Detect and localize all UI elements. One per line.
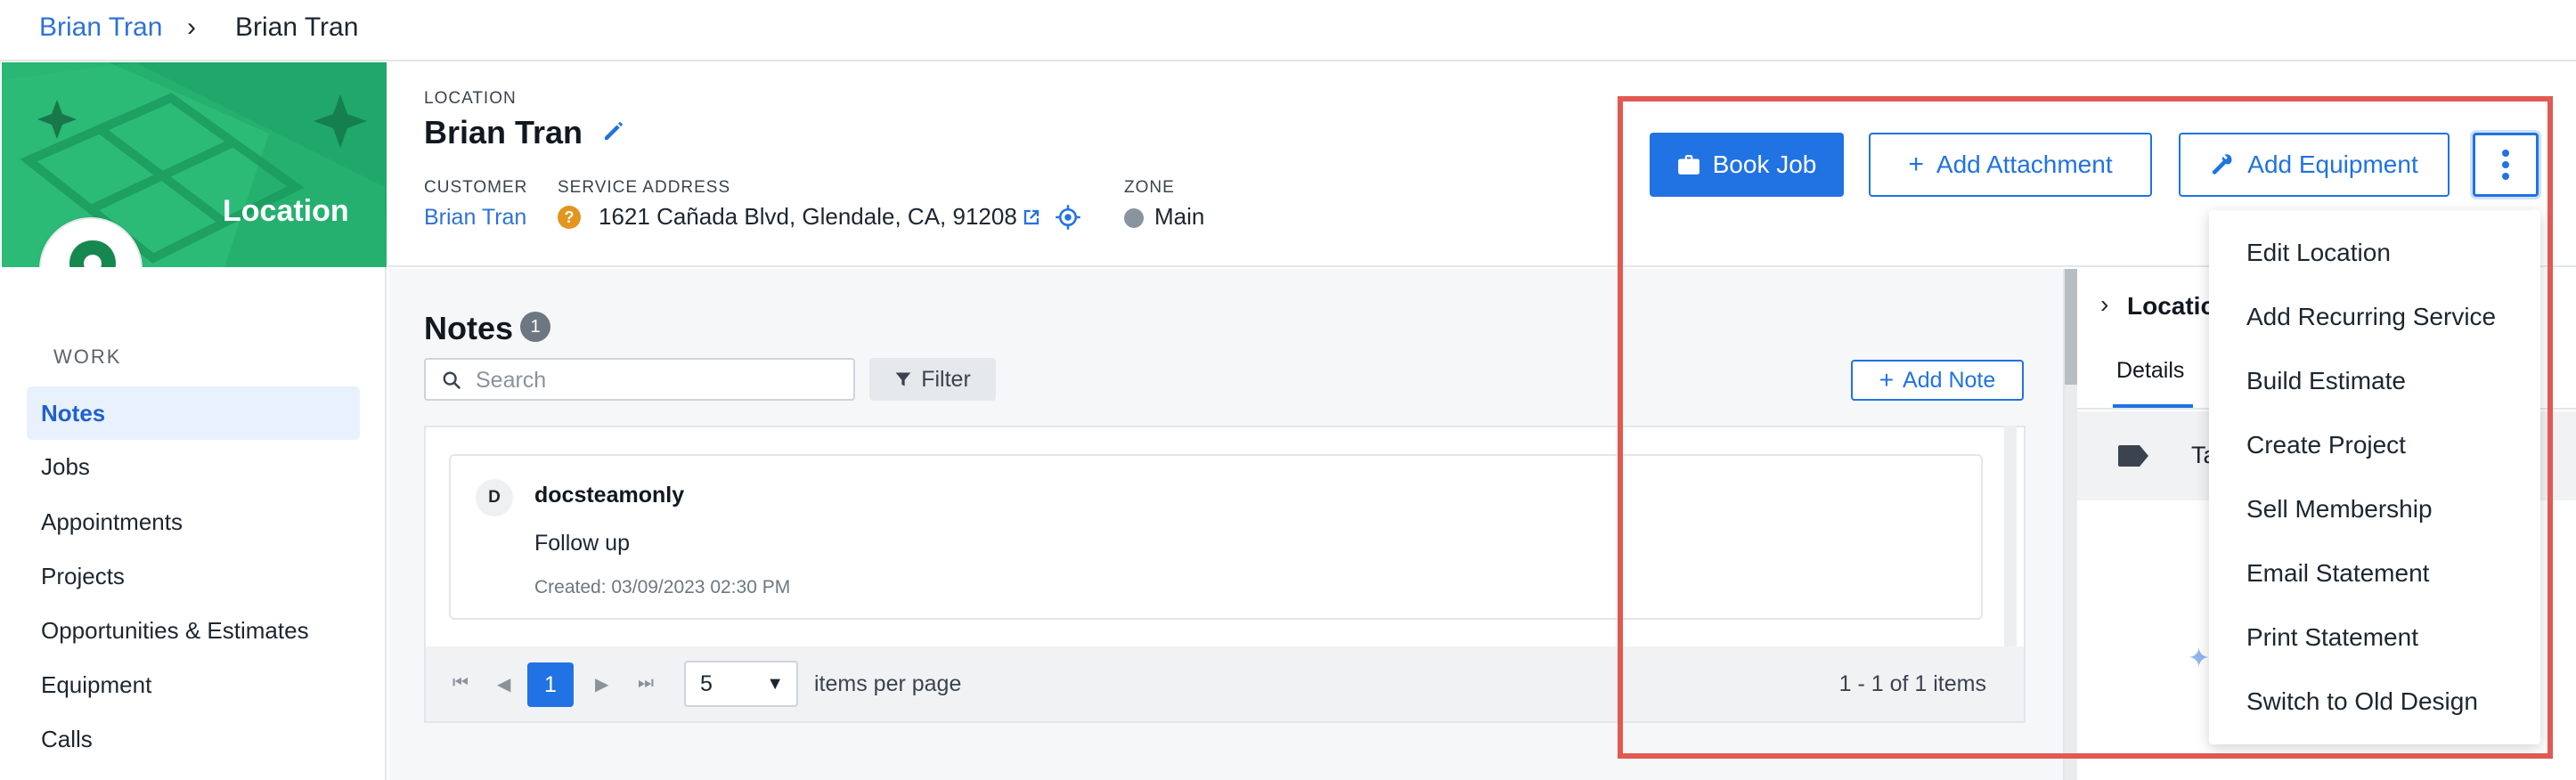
pencil-icon[interactable] <box>600 118 627 144</box>
notes-title: Notes <box>424 310 514 346</box>
sidebar-item-projects[interactable]: Projects <box>27 549 360 603</box>
breadcrumb: Brian Tran › Brian Tran <box>0 0 2576 61</box>
sidebar-item-equipment[interactable]: Equipment <box>27 658 360 711</box>
filter-button[interactable]: Filter <box>869 358 996 401</box>
sidebar-item-notes[interactable]: Notes <box>27 386 360 440</box>
note-body: Follow up <box>534 531 630 556</box>
search-input[interactable] <box>476 365 841 395</box>
service-address-label: SERVICE ADDRESS <box>558 178 731 197</box>
next-page-icon[interactable]: ▶ <box>595 673 608 695</box>
page-title: Brian Tran <box>424 114 583 150</box>
caret-down-icon: ▼ <box>766 674 784 694</box>
notes-count-badge: 1 <box>520 312 550 342</box>
page-size-value: 5 <box>700 671 713 696</box>
sparkle-icon <box>314 94 367 148</box>
previous-page-icon[interactable]: ◀ <box>497 673 510 695</box>
customer-link[interactable]: Brian Tran <box>424 205 526 231</box>
breadcrumb-separator: › <box>187 12 196 42</box>
filter-icon <box>895 372 911 386</box>
sidebar-item-appointments[interactable]: Appointments <box>27 495 360 548</box>
sidebar-item-opportunities-estimates[interactable]: Opportunities & Estimates <box>27 604 360 657</box>
items-per-page-label: items per page <box>814 671 962 696</box>
last-page-icon[interactable]: ⏭ <box>638 673 654 694</box>
filter-label: Filter <box>921 366 971 392</box>
service-address: 1621 Cañada Blvd, Glendale, CA, 91208 <box>599 203 1017 230</box>
customer-label: CUSTOMER <box>424 178 528 197</box>
locate-icon[interactable] <box>1055 204 1081 231</box>
zone-dot <box>1124 208 1144 228</box>
banner-title: Location <box>223 194 349 228</box>
highlight-box <box>1618 96 2553 759</box>
external-link-icon[interactable] <box>1019 205 1044 230</box>
page-size-select[interactable]: 5 ▼ <box>684 661 798 707</box>
zone-value: Main <box>1154 203 1205 230</box>
breadcrumb-current: Brian Tran <box>235 12 359 42</box>
note-created: Created: 03/09/2023 02:30 PM <box>534 577 791 597</box>
sidebar: WORK Notes Jobs Appointments Projects Op… <box>0 267 387 780</box>
search-box <box>424 358 855 401</box>
zone-label: ZONE <box>1124 178 1175 197</box>
first-page-icon[interactable]: ⏮ <box>452 673 469 694</box>
location-type-label: LOCATION <box>424 89 517 108</box>
question-icon[interactable]: ? <box>558 206 581 229</box>
search-icon <box>443 371 461 390</box>
sidebar-section-work: WORK <box>53 345 122 368</box>
page-number-current[interactable]: 1 <box>527 662 574 707</box>
author-avatar: D <box>476 479 513 516</box>
note-author: docsteamonly <box>534 483 685 508</box>
sidebar-item-calls[interactable]: Calls <box>27 712 360 766</box>
breadcrumb-parent-link[interactable]: Brian Tran <box>39 12 162 43</box>
sidebar-item-jobs[interactable]: Jobs <box>27 440 360 493</box>
